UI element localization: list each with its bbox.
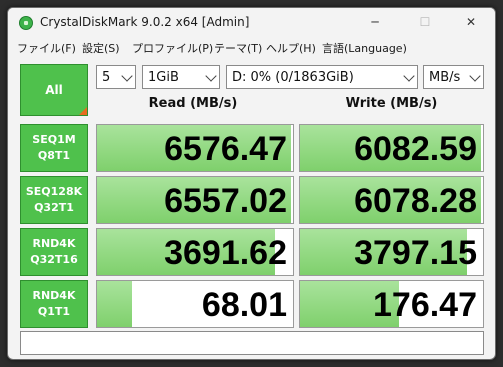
menu-profile[interactable]: プロファイル(P) xyxy=(132,40,213,56)
read-value: 6557.02 xyxy=(164,182,287,220)
menu-language[interactable]: 言語(Language) xyxy=(322,40,407,56)
menu-bar: ファイル(F) 設定(S) プロファイル(P) テーマ(T) ヘルプ(H) 言語… xyxy=(8,38,495,58)
test-name: SEQ1M xyxy=(32,133,76,146)
all-button-label: All xyxy=(45,83,63,97)
unit-select[interactable]: MB/s xyxy=(423,65,484,89)
read-column-header: Read (MB/s) xyxy=(148,96,238,111)
write-value: 6078.28 xyxy=(354,182,477,220)
read-value: 6576.47 xyxy=(164,130,287,168)
write-result-cell: 6082.59 xyxy=(299,124,484,172)
window-title: CrystalDiskMark 9.0.2 x64 [Admin] xyxy=(40,15,250,29)
chevron-down-icon xyxy=(469,70,481,82)
test-name: RND4K xyxy=(32,289,76,302)
menu-help[interactable]: ヘルプ(H) xyxy=(266,40,316,56)
close-button[interactable]: ✕ xyxy=(448,10,494,34)
test-button-rnd4k-q1t1[interactable]: RND4K Q1T1 xyxy=(20,280,88,328)
read-result-cell: 6576.47 xyxy=(96,124,294,172)
title-bar: CrystalDiskMark 9.0.2 x64 [Admin] ─ ☐ ✕ xyxy=(8,8,495,36)
minimize-button[interactable]: ─ xyxy=(352,10,398,34)
test-button-seq128k-q32t1[interactable]: SEQ128K Q32T1 xyxy=(20,176,88,224)
drive-select[interactable]: D: 0% (0/1863GiB) xyxy=(226,65,418,89)
menu-file[interactable]: ファイル(F) xyxy=(17,40,76,56)
read-result-cell: 3691.62 xyxy=(96,228,294,276)
test-queue: Q8T1 xyxy=(37,149,71,162)
corner-marker-icon xyxy=(79,107,87,115)
test-name: RND4K xyxy=(32,237,76,250)
test-queue: Q32T16 xyxy=(30,253,78,266)
unit-value: MB/s xyxy=(429,69,461,85)
read-value: 3691.62 xyxy=(164,234,287,272)
app-window: CrystalDiskMark 9.0.2 x64 [Admin] ─ ☐ ✕ … xyxy=(7,7,496,360)
write-result-cell: 6078.28 xyxy=(299,176,484,224)
test-count-value: 5 xyxy=(102,69,111,85)
chevron-down-icon xyxy=(121,70,133,82)
benchmark-panel: All 5 1GiB D: 0% (0/1863GiB) MB/s Read (… xyxy=(20,64,484,330)
write-value: 6082.59 xyxy=(354,130,477,168)
read-result-cell: 68.01 xyxy=(96,280,294,328)
write-result-cell: 176.47 xyxy=(299,280,484,328)
write-column-header: Write (MB/s) xyxy=(345,96,438,111)
test-button-rnd4k-q32t16[interactable]: RND4K Q32T16 xyxy=(20,228,88,276)
test-size-select[interactable]: 1GiB xyxy=(142,65,220,89)
chevron-down-icon xyxy=(403,70,415,82)
test-queue: Q1T1 xyxy=(37,305,71,318)
write-value: 176.47 xyxy=(373,286,477,324)
crystaldiskmark-disk-icon xyxy=(19,16,33,30)
chevron-down-icon xyxy=(205,70,217,82)
write-result-cell: 3797.15 xyxy=(299,228,484,276)
test-size-value: 1GiB xyxy=(148,69,179,85)
read-value: 68.01 xyxy=(201,286,287,324)
read-result-cell: 6557.02 xyxy=(96,176,294,224)
test-queue: Q32T1 xyxy=(34,201,74,214)
menu-settings[interactable]: 設定(S) xyxy=(82,40,120,56)
maximize-button[interactable]: ☐ xyxy=(402,10,448,34)
test-count-select[interactable]: 5 xyxy=(96,65,136,89)
comment-input[interactable] xyxy=(20,331,484,355)
write-value: 3797.15 xyxy=(354,234,477,272)
test-name: SEQ128K xyxy=(25,185,83,198)
all-button[interactable]: All xyxy=(20,64,88,116)
test-button-seq1m-q8t1[interactable]: SEQ1M Q8T1 xyxy=(20,124,88,172)
menu-theme[interactable]: テーマ(T) xyxy=(214,40,262,56)
read-progress-bar xyxy=(97,281,133,327)
drive-value: D: 0% (0/1863GiB) xyxy=(232,69,354,85)
